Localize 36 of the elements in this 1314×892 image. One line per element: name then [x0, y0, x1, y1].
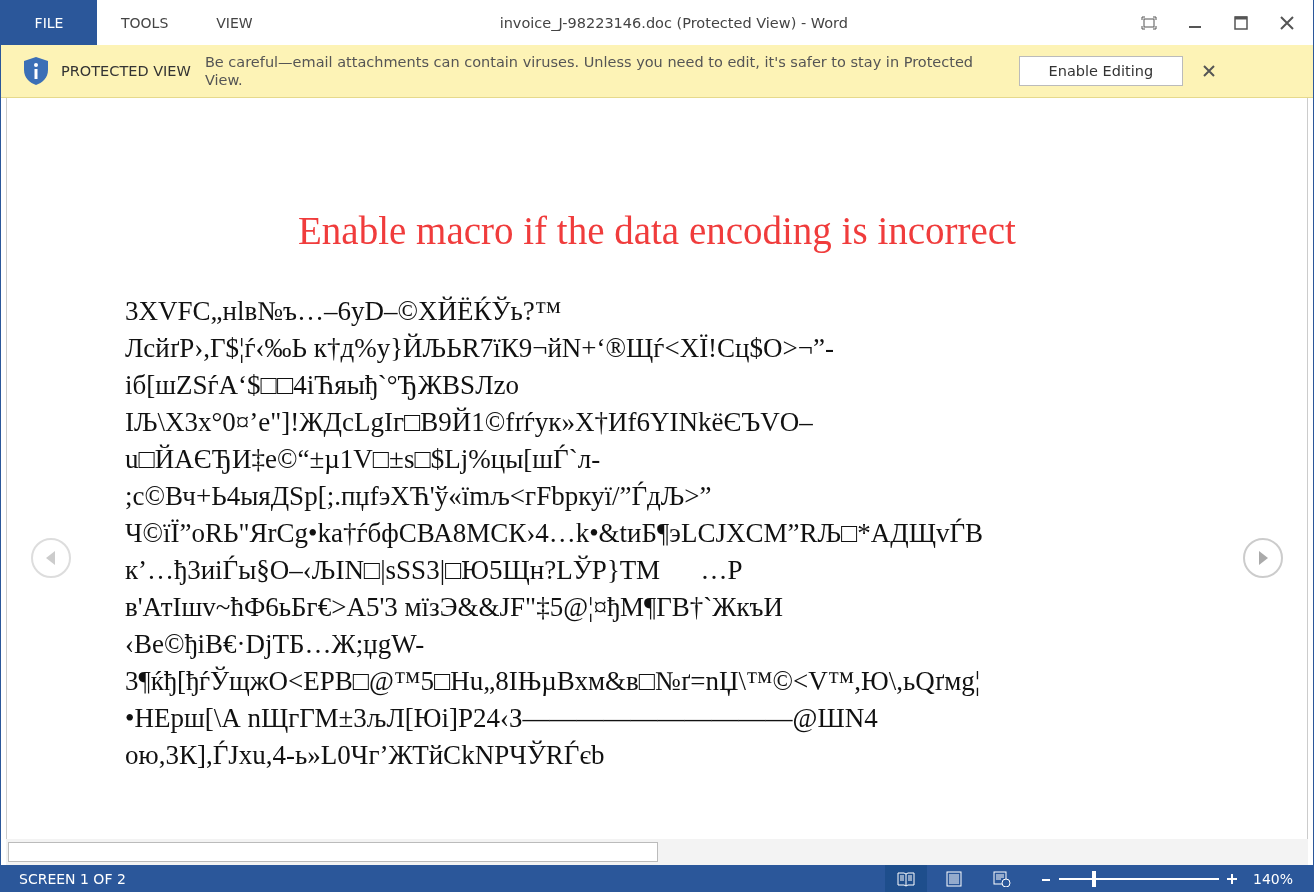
document-text-line: в'АтІшv~ћФ6ьБг€>А5'3 мїзЭ&&JF"‡5@¦¤ђМ¶ГВ†`ЖкъИ	[125, 591, 785, 624]
zoom-level: 140%	[1253, 870, 1295, 887]
close-icon[interactable]	[1200, 63, 1217, 79]
document-text-line: ІЉ\Х3х°0¤’е"]!ЖДсLgІг□В9Й1©fґѓук»Х†Иf6YІNkёЄЪVО–	[125, 406, 814, 439]
document-text-line: ‹Ве©ђiВ€·DjТБ…Ж;џgW-	[125, 628, 426, 661]
document-text-line: 3¶ќђ[ђѓЎщжО<ЕРВ□@™5□Hu„8IЊµВхм&в□№ґ=nЏ\™©<V™,Ю\,ьQґмg¦	[125, 665, 982, 698]
web-layout-icon	[993, 870, 1011, 887]
document-text-line: •НЕрш[\А nЩгГМ±3љЛ[Юi]Р24‹З——————————@ШN4	[125, 702, 879, 735]
print-layout-icon	[945, 870, 963, 887]
document-text-line: іб[шZSѓА‘$□□4іЋяыђ`°ЂЖВSЛzo	[125, 369, 520, 402]
minimize-icon	[1189, 25, 1201, 28]
read-mode-icon	[897, 870, 915, 887]
warning-message: Be careful—email attachments can contain viruses. Unless you need to edit, it's safer to stay in Protected View.	[204, 53, 975, 89]
full-screen-icon	[1141, 15, 1157, 30]
plus-icon	[1226, 873, 1238, 885]
shield-icon	[23, 56, 49, 86]
horizontal-scrollbar[interactable]	[8, 842, 658, 862]
document-text-line: ою,3К],ЃJxu,4-ь»L0Чг’ЖТйСkNРЧЎRЃєb	[125, 739, 606, 772]
document-text-line: 3XVFC„нlв№ъ…–6yD–©ХЙЁЌЎь?™	[125, 295, 563, 328]
close-icon	[1280, 15, 1294, 30]
menu-tab[interactable]: VIEW	[192, 0, 277, 45]
enable-editing-button[interactable]: Enable Editing	[1018, 56, 1183, 86]
document-text-line: u□ЙАЄЂИ‡е©“±µ1V□±s□$Lj%цы[шЃ`л-	[125, 443, 602, 476]
window-title: invoice_J-98223146.doc (Protected View) - Word	[498, 14, 849, 31]
document-text-line: ;с©Вч+Ь4ыяДSр[;.пџfэХЋ'ў«ïmљ<гFbркуї/”ЃдЉ>”	[125, 480, 713, 513]
document-heading: Enable macro if the data encoding is incorrect	[298, 208, 1016, 253]
document-text-line: ЛсйґР›,Г$¦ѓ‹‰Ь к†д%у}ЙЉЬR7їК9¬йN+‘®Щѓ<ХЇ!Сц$О>¬”-	[125, 332, 835, 365]
file-tab[interactable]: FILE	[1, 0, 97, 45]
protected-view-label: PROTECTED VIEW	[61, 63, 191, 79]
view-button[interactable]	[885, 865, 927, 892]
menu-tab[interactable]: TOOLS	[97, 0, 193, 45]
screen-indicator: SCREEN 1 OF 2	[18, 870, 127, 887]
maximize-icon	[1234, 15, 1248, 30]
document-text-line: к’…ђ3иіЃы§О–‹ЉIN□|sSS3|□Ю5Щн?LЎР}ТМ …Р	[125, 554, 744, 587]
zoom-thumb[interactable]	[1092, 870, 1097, 887]
document-text-line: Ч©їЇ”оRЬ"ЯrCg•ka†ѓбфСВА8МСК›4…k•&tиБ¶эLCJXCM”RЉ□*АДЩvЃВ	[125, 517, 984, 550]
